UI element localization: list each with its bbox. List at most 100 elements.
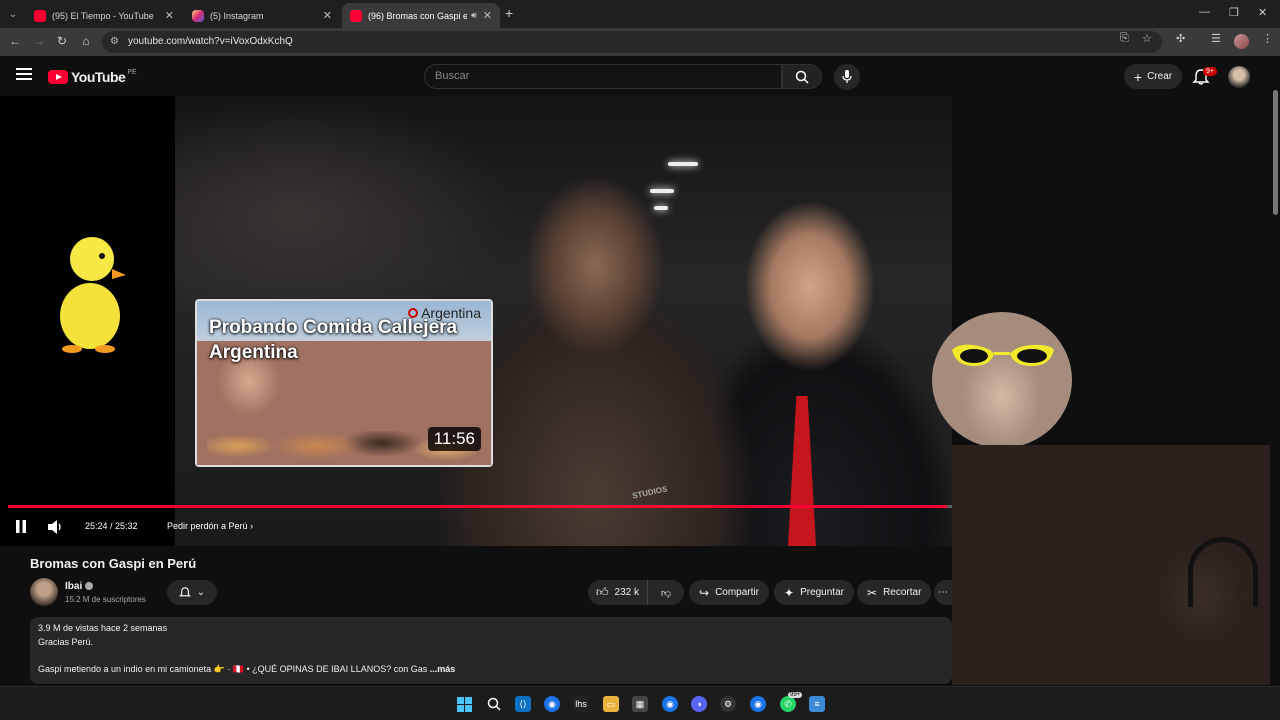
ceiling-light: [668, 162, 698, 166]
pause-button[interactable]: [15, 520, 27, 534]
create-button[interactable]: + Crear: [1124, 64, 1182, 89]
speaker-icon[interactable]: 🔊︎: [471, 10, 477, 21]
browser-tab-instagram[interactable]: (5) Instagram ✕: [184, 3, 340, 28]
more-actions-button[interactable]: ⋯: [934, 580, 952, 605]
youtube-icon: [34, 9, 46, 22]
dislike-button[interactable]: 👎︎: [648, 580, 684, 605]
reload-icon[interactable]: ↻: [54, 34, 70, 48]
chevron-right-icon: ›: [250, 521, 254, 531]
pause-icon: [16, 520, 26, 533]
window-close-icon[interactable]: ✕: [1258, 6, 1267, 19]
new-tab-icon[interactable]: +: [505, 5, 513, 21]
youtube-play-icon: [48, 70, 68, 84]
endcard-duration: 11:56: [427, 427, 481, 451]
thumbs-up-icon: 👍︎: [595, 585, 609, 599]
chrome-profile-icon[interactable]: ◉: [662, 696, 678, 712]
site-info-icon[interactable]: ⚙︎: [110, 36, 119, 47]
account-avatar[interactable]: [1228, 66, 1250, 88]
taskbar-search-icon[interactable]: [486, 696, 502, 712]
close-icon[interactable]: ✕: [483, 9, 492, 22]
share-button[interactable]: ↪ Compartir: [689, 580, 769, 605]
obs-icon[interactable]: lhs: [573, 696, 589, 712]
browser-tab-bromas[interactable]: (96) Bromas con Gaspi en Perú - YouTube …: [342, 3, 500, 28]
vscode-icon[interactable]: ⟨⟩: [515, 696, 531, 712]
share-label: Compartir: [715, 587, 759, 598]
steam-icon[interactable]: ⚙︎: [720, 696, 736, 712]
bookmark-star-icon[interactable]: ☆: [1142, 32, 1152, 45]
sparkle-icon: ✦: [784, 585, 795, 600]
search-icon: [795, 70, 809, 84]
ask-button[interactable]: ✦ Preguntar: [774, 580, 854, 605]
tab-search-icon[interactable]: ⌄: [4, 5, 22, 23]
webcam-circle-overlay: [932, 312, 1072, 448]
taskbar-notification-badge: 99+: [788, 692, 803, 698]
voice-search-button[interactable]: [834, 64, 860, 90]
chevron-down-icon: ⌄: [196, 587, 206, 598]
like-button[interactable]: 👍︎ 232 k: [588, 580, 648, 605]
browser-profile-avatar[interactable]: [1234, 34, 1249, 49]
subscriber-count: 15.2 M de suscriptores: [65, 595, 146, 604]
page-scrollbar[interactable]: [1270, 82, 1280, 685]
tab-title: (5) Instagram: [210, 10, 264, 21]
restore-icon[interactable]: ❐: [1229, 6, 1239, 19]
discord-icon[interactable]: ◑: [691, 696, 707, 712]
thumbs-down-icon: 👎︎: [660, 587, 672, 599]
browser-menu-icon[interactable]: ⋮: [1262, 32, 1273, 45]
description-text: Gaspi metiendo a un indio en mi camionet…: [38, 664, 428, 674]
channel-name-link[interactable]: Ibai: [65, 581, 94, 592]
youtube-header: YouTube PE + Crear: [0, 56, 1280, 96]
duck-sticker: [60, 237, 126, 353]
youtube-icon: [350, 9, 362, 22]
search-input[interactable]: [435, 70, 765, 82]
video-player[interactable]: Argentina Probando Comida Callejera Arge…: [0, 96, 952, 546]
browser-tab-strip: ⌄ (95) El Tiempo - YouTube ✕ (5) Instagr…: [0, 0, 1280, 28]
tab-title: (96) Bromas con Gaspi en Perú - YouTube: [368, 10, 468, 21]
youtube-logo[interactable]: YouTube PE: [48, 69, 137, 85]
whatsapp-icon[interactable]: ✆: [780, 696, 796, 712]
minimize-icon[interactable]: —: [1199, 6, 1210, 18]
instagram-icon: [192, 9, 204, 22]
time-display: 25:24 / 25:32: [85, 521, 138, 531]
notepad-icon[interactable]: ≡: [809, 696, 825, 712]
search-box: [424, 64, 782, 89]
channel-name: Ibai: [65, 581, 83, 592]
create-label: Crear: [1147, 71, 1173, 82]
home-icon[interactable]: ⌂: [78, 34, 94, 48]
show-more-link[interactable]: ...más: [430, 664, 456, 674]
volume-button[interactable]: [47, 520, 63, 539]
chapter-button[interactable]: Pedir perdón a Perú ›: [167, 521, 253, 531]
subscription-notifications-button[interactable]: ⌄: [167, 580, 217, 605]
forward-icon[interactable]: →: [31, 34, 47, 48]
progress-bar[interactable]: [8, 505, 952, 508]
video-title: Bromas con Gaspi en Perú: [30, 556, 197, 571]
menu-icon[interactable]: [16, 68, 32, 82]
tab-title: (95) El Tiempo - YouTube: [52, 10, 154, 21]
chrome-alt-icon[interactable]: ◉: [750, 696, 766, 712]
like-dislike-group: 👍︎ 232 k 👎︎: [588, 580, 684, 605]
endcard-title: Probando Comida Callejera Argentina: [209, 317, 458, 363]
close-icon[interactable]: ✕: [323, 9, 332, 22]
file-explorer-icon[interactable]: ▭: [603, 696, 619, 712]
scrollbar-thumb[interactable]: [1273, 90, 1278, 215]
clip-button[interactable]: ✂ Recortar: [857, 580, 932, 605]
endcard-video[interactable]: Argentina Probando Comida Callejera Arge…: [195, 299, 493, 467]
install-app-icon[interactable]: ⎘: [1120, 32, 1129, 45]
windows-start-icon[interactable]: [456, 696, 472, 712]
progress-played: [8, 505, 948, 508]
channel-avatar[interactable]: [30, 578, 58, 606]
extensions-icon[interactable]: ✣: [1176, 32, 1185, 45]
chrome-icon[interactable]: ◉: [544, 696, 560, 712]
address-bar[interactable]: ⚙︎ youtube.com/watch?v=iVoxOdxKchQ: [102, 31, 1162, 53]
verified-icon: [85, 582, 94, 591]
search-button[interactable]: [782, 64, 822, 89]
description-box[interactable]: 3.9 M de vistas hace 2 semanas Gracias P…: [30, 617, 952, 684]
store-icon[interactable]: ▦: [632, 696, 648, 712]
more-horizontal-icon: ⋯: [938, 587, 948, 598]
url-text: youtube.com/watch?v=iVoxOdxKchQ: [128, 36, 293, 47]
browser-toolbar: ← → ↻ ⌂ ⚙︎ youtube.com/watch?v=iVoxOdxKc…: [0, 28, 1280, 56]
close-icon[interactable]: ✕: [165, 9, 174, 22]
page-side-area: [1095, 96, 1270, 446]
media-control-icon[interactable]: ☰: [1211, 32, 1221, 45]
browser-tab-el-tiempo[interactable]: (95) El Tiempo - YouTube ✕: [26, 3, 182, 28]
back-icon[interactable]: ←: [7, 34, 23, 48]
